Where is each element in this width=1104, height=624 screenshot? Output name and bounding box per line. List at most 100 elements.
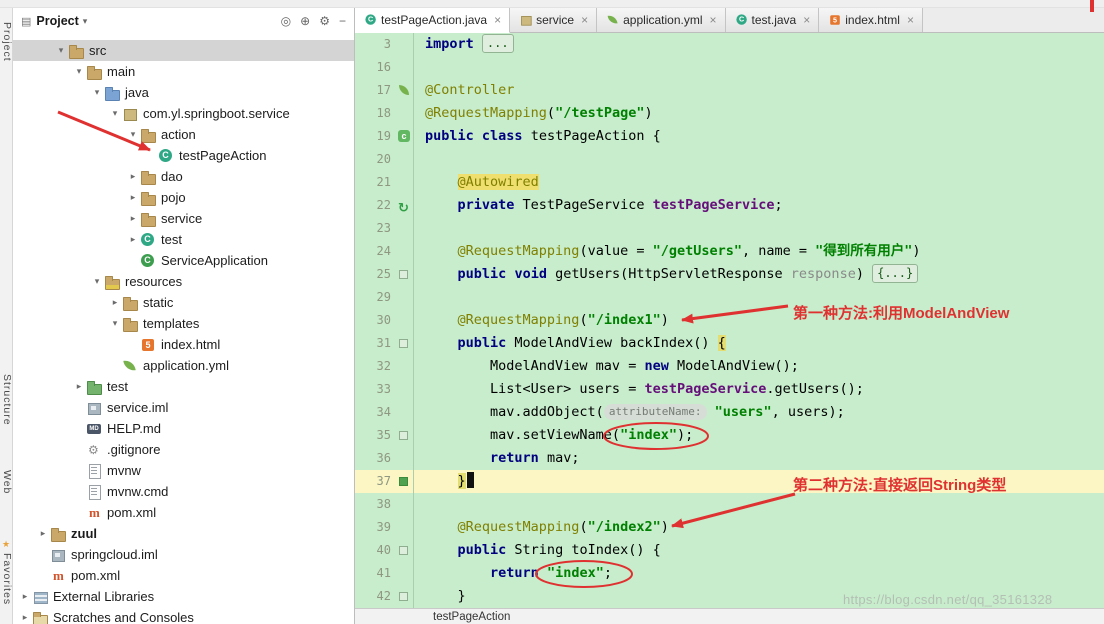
project-panel-title[interactable]: Project	[36, 14, 78, 28]
chevron-right-icon[interactable]: ▸	[36, 528, 50, 539]
code-line-18[interactable]: 18@RequestMapping("/testPage")	[355, 102, 1104, 125]
fold-marker[interactable]	[399, 339, 408, 348]
spring-marker-icon[interactable]	[399, 85, 409, 95]
tab-close-icon[interactable]: ×	[907, 14, 914, 26]
chevron-down-icon[interactable]: ▾	[126, 129, 140, 140]
tree-item-service[interactable]: ▸service	[13, 208, 354, 229]
tree-item-templates[interactable]: ▾templates	[13, 313, 354, 334]
chevron-right-icon[interactable]: ▸	[18, 591, 32, 602]
locate-file-icon[interactable]: ◎	[281, 14, 291, 28]
tree-item-test[interactable]: ▸test	[13, 376, 354, 397]
chevron-right-icon[interactable]: ▸	[126, 234, 140, 245]
code-line-35[interactable]: 35 mav.setViewName("index");	[355, 424, 1104, 447]
chevron-down-icon[interactable]: ▾	[54, 45, 68, 56]
code-line-32[interactable]: 32 ModelAndView mav = new ModelAndView()…	[355, 355, 1104, 378]
code-line-22[interactable]: 22 private TestPageService testPageServi…	[355, 194, 1104, 217]
tree-item-gitignore[interactable]: .gitignore	[13, 439, 354, 460]
code-line-34[interactable]: 34 mav.addObject(attributeName: "users",…	[355, 401, 1104, 424]
tree-item-external-libraries[interactable]: ▸External Libraries	[13, 586, 354, 607]
class-marker-icon[interactable]	[398, 130, 410, 142]
tab-close-icon[interactable]: ×	[581, 14, 588, 26]
code-line-38[interactable]: 38	[355, 493, 1104, 516]
tree-item-pom-xml[interactable]: pom.xml	[13, 565, 354, 586]
code-line-21[interactable]: 21 @Autowired	[355, 171, 1104, 194]
tab-close-icon[interactable]: ×	[710, 14, 717, 26]
code-line-33[interactable]: 33 List<User> users = testPageService.ge…	[355, 378, 1104, 401]
code-text: @RequestMapping("/index1")	[413, 309, 669, 332]
code-line-39[interactable]: 39 @RequestMapping("/index2")	[355, 516, 1104, 539]
fold-marker[interactable]	[399, 546, 408, 555]
tab-close-icon[interactable]: ×	[494, 14, 501, 26]
tree-item-resources[interactable]: ▾resources	[13, 271, 354, 292]
chevron-down-icon[interactable]: ▾	[90, 276, 104, 287]
tree-item-pom-xml[interactable]: pom.xml	[13, 502, 354, 523]
code-line-36[interactable]: 36 return mav;	[355, 447, 1104, 470]
tab-testpageaction-java[interactable]: testPageAction.java×	[355, 8, 510, 33]
code-line-24[interactable]: 24 @RequestMapping(value = "/getUsers", …	[355, 240, 1104, 263]
code-line-41[interactable]: 41 return "index";	[355, 562, 1104, 585]
tree-item-com-yl-springboot-service[interactable]: ▾com.yl.springboot.service	[13, 103, 354, 124]
tree-item-serviceapplication[interactable]: ServiceApplication	[13, 250, 354, 271]
tree-item-mvnw[interactable]: mvnw	[13, 460, 354, 481]
hide-panel-icon[interactable]: −	[339, 14, 346, 28]
tool-window-button-favorites[interactable]: ★Favorites	[0, 540, 13, 605]
chevron-down-icon[interactable]: ▾	[108, 318, 122, 329]
code-line-25[interactable]: 25 public void getUsers(HttpServletRespo…	[355, 263, 1104, 286]
chevron-right-icon[interactable]: ▸	[126, 171, 140, 182]
chevron-down-icon[interactable]: ▾	[83, 16, 88, 27]
tree-item-mvnw-cmd[interactable]: mvnw.cmd	[13, 481, 354, 502]
code-line-19[interactable]: 19public class testPageAction {	[355, 125, 1104, 148]
tool-window-button-project[interactable]: Project	[0, 22, 13, 62]
code-line-30[interactable]: 30 @RequestMapping("/index1")	[355, 309, 1104, 332]
tab-service[interactable]: service×	[510, 8, 597, 32]
tree-item-static[interactable]: ▸static	[13, 292, 354, 313]
chevron-down-icon[interactable]: ▾	[72, 66, 86, 77]
code-line-40[interactable]: 40 public String toIndex() {	[355, 539, 1104, 562]
tree-item-java[interactable]: ▾java	[13, 82, 354, 103]
tree-item-src[interactable]: ▾src	[13, 40, 354, 61]
chevron-down-icon[interactable]: ▾	[90, 87, 104, 98]
tab-index-html[interactable]: index.html×	[819, 8, 923, 32]
tree-item-test[interactable]: ▸test	[13, 229, 354, 250]
tree-item-action[interactable]: ▾action	[13, 124, 354, 145]
tree-item-zuul[interactable]: ▸zuul	[13, 523, 354, 544]
fold-marker[interactable]	[399, 592, 408, 601]
tab-close-icon[interactable]: ×	[803, 14, 810, 26]
tool-window-button-structure[interactable]: Structure	[0, 374, 13, 426]
settings-icon[interactable]: ⚙	[319, 14, 330, 28]
code-line-23[interactable]: 23	[355, 217, 1104, 240]
code-line-29[interactable]: 29	[355, 286, 1104, 309]
breadcrumb[interactable]: testPageAction	[433, 611, 510, 623]
tool-window-button-web[interactable]: Web	[0, 470, 13, 494]
tab-test-java[interactable]: test.java×	[726, 8, 820, 32]
tree-item-scratches-and-consoles[interactable]: ▸Scratches and Consoles	[13, 607, 354, 624]
chevron-right-icon[interactable]: ▸	[126, 213, 140, 224]
chevron-right-icon[interactable]: ▸	[108, 297, 122, 308]
code-line-20[interactable]: 20	[355, 148, 1104, 171]
chevron-right-icon[interactable]: ▸	[18, 612, 32, 623]
code-line-3[interactable]: 3import ...	[355, 33, 1104, 56]
chevron-right-icon[interactable]: ▸	[72, 381, 86, 392]
chevron-right-icon[interactable]: ▸	[126, 192, 140, 203]
tree-item-springcloud-iml[interactable]: springcloud.iml	[13, 544, 354, 565]
tree-item-main[interactable]: ▾main	[13, 61, 354, 82]
tree-item-dao[interactable]: ▸dao	[13, 166, 354, 187]
tree-item-index-html[interactable]: index.html	[13, 334, 354, 355]
tab-application-yml[interactable]: application.yml×	[597, 8, 725, 32]
tree-item-help-md[interactable]: HELP.md	[13, 418, 354, 439]
code-line-31[interactable]: 31 public ModelAndView backIndex() {	[355, 332, 1104, 355]
tree-item-testpageaction[interactable]: testPageAction	[13, 145, 354, 166]
code-line-16[interactable]: 16	[355, 56, 1104, 79]
chevron-down-icon[interactable]: ▾	[108, 108, 122, 119]
code-line-37[interactable]: 37 }	[355, 470, 1104, 493]
code-line-17[interactable]: 17@Controller	[355, 79, 1104, 102]
tree-item-pojo[interactable]: ▸pojo	[13, 187, 354, 208]
fold-marker[interactable]	[399, 270, 408, 279]
tree-item-service-iml[interactable]: service.iml	[13, 397, 354, 418]
fold-marker[interactable]	[399, 431, 408, 440]
autowired-bean-icon[interactable]	[397, 198, 410, 211]
fold-marker-active[interactable]	[399, 477, 408, 486]
collapse-all-icon[interactable]: ⊕	[300, 14, 310, 28]
editor[interactable]: 3import ...1617@Controller18@RequestMapp…	[355, 33, 1104, 608]
tree-item-application-yml[interactable]: application.yml	[13, 355, 354, 376]
